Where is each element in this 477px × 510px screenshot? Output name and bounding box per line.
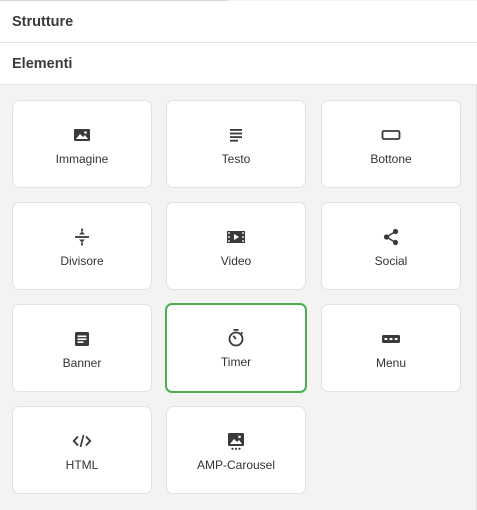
element-label: AMP-Carousel — [196, 458, 276, 472]
image-icon — [72, 125, 92, 145]
element-label: Divisore — [60, 254, 104, 268]
video-icon — [226, 227, 246, 247]
element-tile-immagine[interactable]: Immagine — [12, 100, 152, 188]
element-label: Testo — [221, 152, 251, 166]
element-label: Banner — [62, 356, 102, 370]
timer-icon — [226, 328, 246, 348]
button-icon — [381, 125, 401, 145]
carousel-icon — [226, 431, 246, 451]
element-tile-menu[interactable]: Menu — [321, 304, 461, 392]
share-icon — [381, 227, 401, 247]
element-tile-bottone[interactable]: Bottone — [321, 100, 461, 188]
element-tile-html[interactable]: HTML — [12, 406, 152, 494]
element-tile-divisore[interactable]: Divisore — [12, 202, 152, 290]
element-tile-banner[interactable]: Banner — [12, 304, 152, 392]
banner-icon — [72, 329, 92, 349]
text-icon — [226, 125, 246, 145]
code-icon — [72, 431, 92, 451]
element-label: HTML — [65, 458, 99, 472]
element-tile-video[interactable]: Video — [166, 202, 306, 290]
element-tile-timer[interactable]: Timer — [165, 303, 307, 393]
element-label: Immagine — [55, 152, 109, 166]
element-label: Bottone — [370, 152, 412, 166]
element-label: Timer — [220, 355, 252, 369]
element-tile-testo[interactable]: Testo — [166, 100, 306, 188]
element-tile-amp-carousel[interactable]: AMP-Carousel — [166, 406, 306, 494]
element-label: Menu — [375, 356, 407, 370]
elements-grid: Immagine Testo Bottone Divisore Video So… — [0, 0, 477, 510]
menu-icon — [381, 329, 401, 349]
divider-icon — [72, 227, 92, 247]
element-label: Social — [374, 254, 408, 268]
element-tile-social[interactable]: Social — [321, 202, 461, 290]
element-label: Video — [220, 254, 252, 268]
